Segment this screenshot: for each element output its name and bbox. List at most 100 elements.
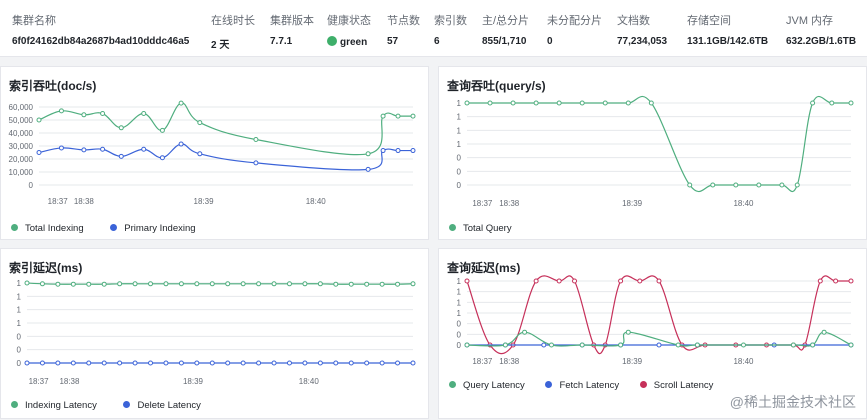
data-point[interactable] <box>209 360 215 366</box>
data-point[interactable] <box>197 151 203 157</box>
data-point[interactable] <box>39 281 45 287</box>
data-point[interactable] <box>101 360 107 366</box>
data-point[interactable] <box>58 108 64 114</box>
data-point[interactable] <box>625 100 631 106</box>
data-point[interactable] <box>637 278 643 284</box>
data-point[interactable] <box>178 360 184 366</box>
data-point[interactable] <box>148 281 154 287</box>
data-point[interactable] <box>141 146 147 152</box>
data-point[interactable] <box>618 278 624 284</box>
data-point[interactable] <box>395 113 401 119</box>
indexing-latency-chart[interactable]: 1 1 1 1 0 0 0 18:37 18:38 18:39 18:40 <box>1 249 430 420</box>
data-point[interactable] <box>197 120 203 126</box>
data-point[interactable] <box>178 281 184 287</box>
data-point[interactable] <box>55 281 61 287</box>
data-point[interactable] <box>541 342 547 348</box>
legend-item-query-latency[interactable]: Query Latency <box>449 380 525 391</box>
data-point[interactable] <box>333 360 339 366</box>
data-point[interactable] <box>365 166 371 172</box>
data-point[interactable] <box>379 281 385 287</box>
data-point[interactable] <box>24 360 30 366</box>
data-point[interactable] <box>271 360 277 366</box>
data-point[interactable] <box>602 100 608 106</box>
query-throughput-chart[interactable]: 1 1 1 1 0 0 0 18:37 18:38 18:39 18:40 <box>439 67 867 241</box>
data-point[interactable] <box>656 342 662 348</box>
data-point[interactable] <box>118 125 124 131</box>
data-point[interactable] <box>225 281 231 287</box>
data-point[interactable] <box>380 148 386 154</box>
data-point[interactable] <box>740 342 746 348</box>
data-point[interactable] <box>159 127 165 133</box>
data-point[interactable] <box>533 278 539 284</box>
data-point[interactable] <box>253 137 259 142</box>
legend-item-delete-latency[interactable]: Delete Latency <box>123 400 201 411</box>
data-point[interactable] <box>817 278 823 284</box>
data-point[interactable] <box>36 117 42 123</box>
data-point[interactable] <box>556 100 562 106</box>
data-point[interactable] <box>710 182 716 188</box>
legend-item-total-query[interactable]: Total Query <box>449 223 512 234</box>
data-point[interactable] <box>395 148 401 154</box>
data-point[interactable] <box>317 360 323 366</box>
data-point[interactable] <box>579 342 585 348</box>
data-point[interactable] <box>794 182 800 188</box>
legend-item-indexing-latency[interactable]: Indexing Latency <box>11 400 97 411</box>
data-point[interactable] <box>117 360 123 366</box>
data-point[interactable] <box>302 360 308 366</box>
data-point[interactable] <box>81 112 87 118</box>
data-point[interactable] <box>148 360 154 366</box>
data-point[interactable] <box>410 113 416 119</box>
data-point[interactable] <box>163 360 169 366</box>
data-point[interactable] <box>178 100 184 106</box>
data-point[interactable] <box>194 281 200 287</box>
data-point[interactable] <box>380 113 386 119</box>
legend-item-fetch-latency[interactable]: Fetch Latency <box>545 380 619 391</box>
data-point[interactable] <box>55 360 61 366</box>
data-point[interactable] <box>240 360 246 366</box>
data-point[interactable] <box>286 360 292 366</box>
data-point[interactable] <box>209 281 215 287</box>
data-point[interactable] <box>848 278 854 284</box>
data-point[interactable] <box>348 360 354 366</box>
data-point[interactable] <box>579 100 585 106</box>
legend-item-total-indexing[interactable]: Total Indexing <box>11 223 84 234</box>
data-point[interactable] <box>100 111 106 116</box>
data-point[interactable] <box>86 360 92 366</box>
data-point[interactable] <box>36 150 42 155</box>
data-point[interactable] <box>70 360 76 366</box>
data-point[interactable] <box>132 281 138 287</box>
data-point[interactable] <box>58 145 64 151</box>
data-point[interactable] <box>410 148 416 154</box>
data-point[interactable] <box>533 100 539 106</box>
data-point[interactable] <box>464 278 470 284</box>
data-point[interactable] <box>365 151 371 157</box>
data-point[interactable] <box>694 342 700 348</box>
data-point[interactable] <box>410 360 416 366</box>
data-point[interactable] <box>271 281 277 287</box>
data-point[interactable] <box>253 160 259 166</box>
data-point[interactable] <box>100 146 106 152</box>
data-point[interactable] <box>779 182 785 188</box>
data-point[interactable] <box>163 281 169 287</box>
data-point[interactable] <box>39 360 45 366</box>
data-point[interactable] <box>502 342 508 348</box>
data-point[interactable] <box>487 100 493 106</box>
data-point[interactable] <box>395 360 401 366</box>
data-point[interactable] <box>522 329 528 335</box>
data-point[interactable] <box>821 329 827 335</box>
data-point[interactable] <box>178 141 184 147</box>
data-point[interactable] <box>159 155 165 161</box>
legend-item-scroll-latency[interactable]: Scroll Latency <box>639 380 713 391</box>
data-point[interactable] <box>790 342 796 348</box>
indexing-throughput-chart[interactable]: 60,000 50,000 40,000 30,000 20,000 10,000 0 18:… <box>1 67 430 241</box>
data-point[interactable] <box>648 100 654 106</box>
data-point[interactable] <box>848 342 854 348</box>
data-point[interactable] <box>86 281 92 287</box>
data-point[interactable] <box>240 281 246 287</box>
data-point[interactable] <box>395 281 401 287</box>
data-point[interactable] <box>464 100 470 106</box>
data-point[interactable] <box>810 100 816 106</box>
data-point[interactable] <box>256 281 262 287</box>
data-point[interactable] <box>810 342 816 348</box>
data-point[interactable] <box>464 342 470 348</box>
